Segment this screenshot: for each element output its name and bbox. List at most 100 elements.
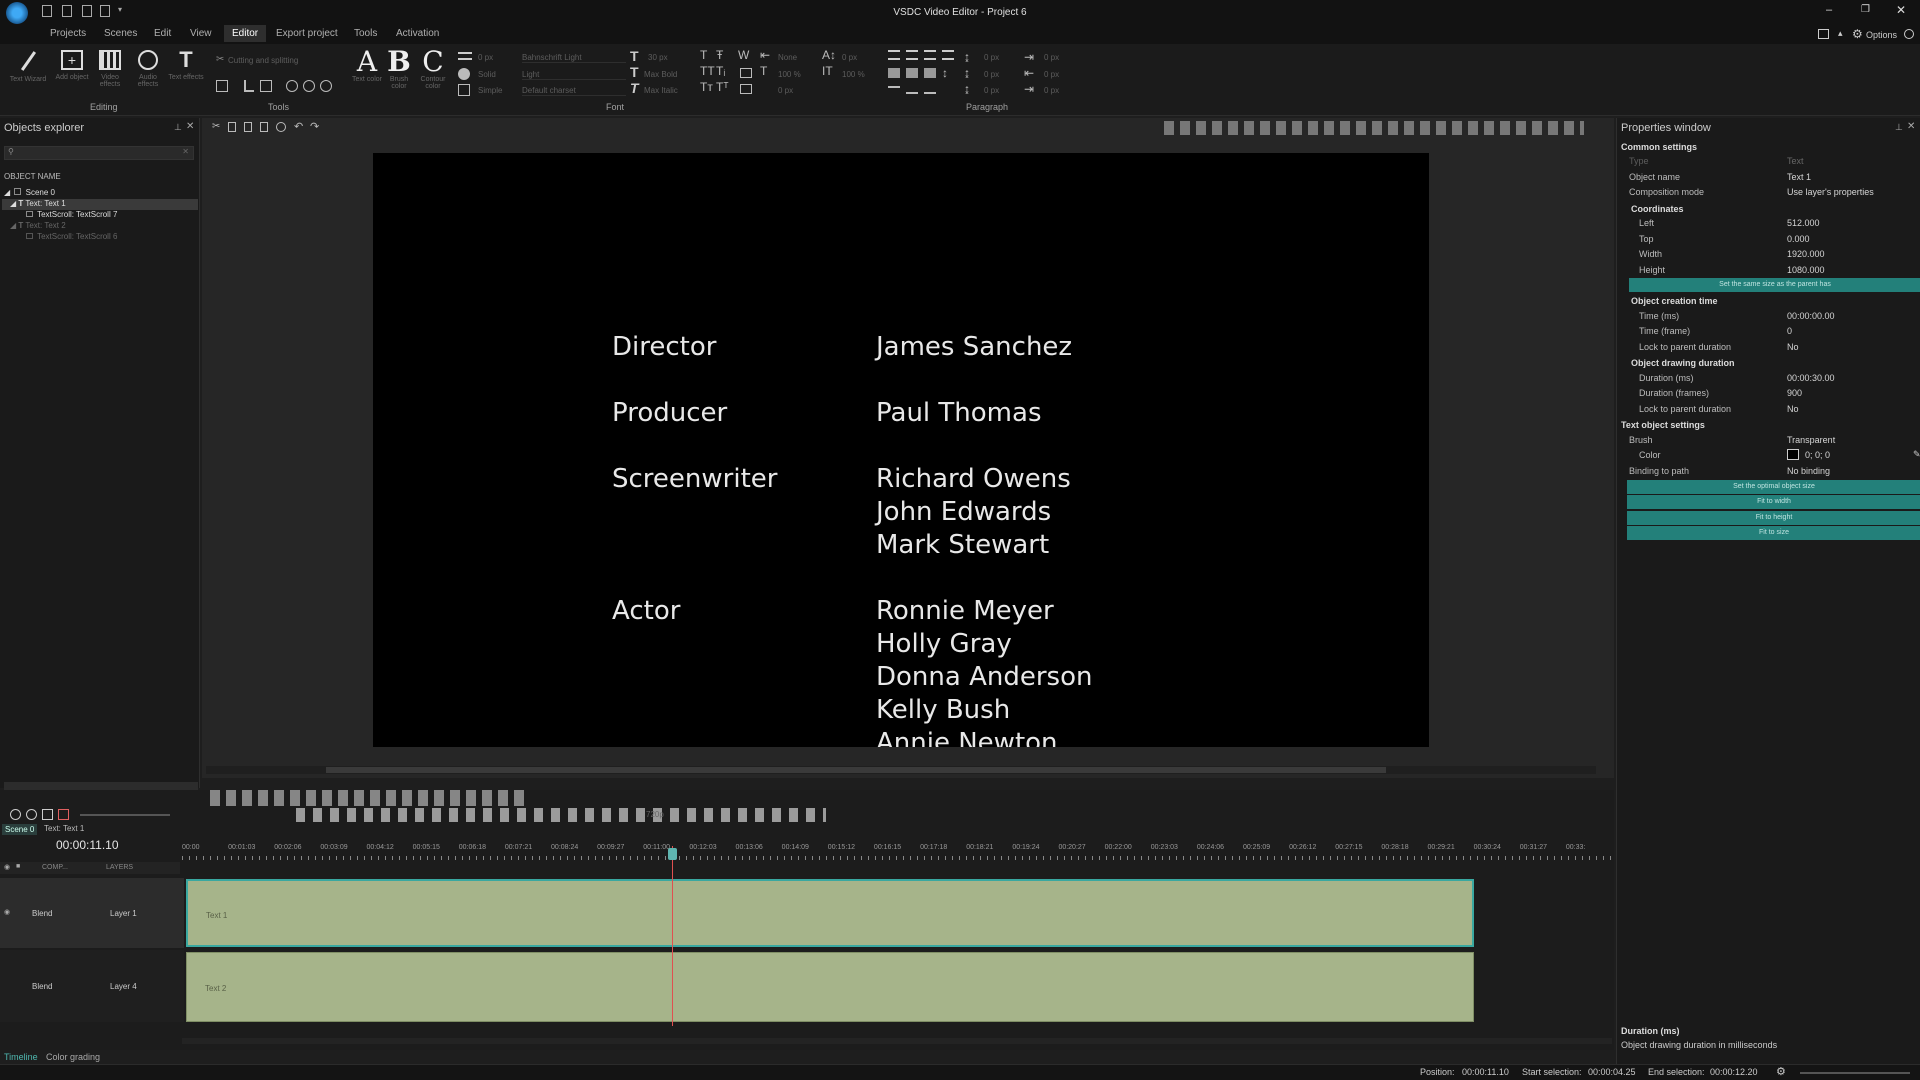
tree-item-text-1[interactable]: ◢ T Text: Text 1 — [2, 199, 198, 210]
app-logo-icon[interactable] — [6, 2, 28, 24]
video-effects-button[interactable]: Video effects — [90, 50, 130, 96]
layout-icon[interactable] — [1818, 29, 1829, 39]
visibility-icon[interactable]: ◉ — [4, 863, 10, 871]
align-center-icon[interactable] — [906, 50, 918, 60]
section-object-creation-time[interactable]: Object creation time — [1631, 296, 1718, 306]
help-icon[interactable] — [1904, 29, 1914, 39]
rotate-right-icon[interactable] — [303, 80, 315, 92]
resize-icon[interactable] — [260, 80, 272, 92]
align-box-icon[interactable] — [740, 68, 752, 78]
quick-open-icon[interactable] — [62, 5, 72, 17]
cutting-splitting-icon[interactable]: ✂ — [216, 54, 224, 65]
close-button[interactable]: ✕ — [1896, 3, 1906, 17]
panel-close-icon[interactable]: ✕ — [1907, 121, 1915, 132]
prop-width[interactable]: Width 1920.000 — [1639, 247, 1920, 262]
prop-brush[interactable]: Brush Transparent — [1629, 433, 1919, 448]
indent-right-icon[interactable]: ⇤ — [1024, 66, 1034, 80]
gear-icon[interactable]: ⚙ — [1852, 27, 1863, 41]
text-color-button[interactable]: A Text color — [352, 48, 382, 84]
rotate-left-icon[interactable] — [286, 80, 298, 92]
prop-lock-parent-duration[interactable]: Lock to parent duration No — [1639, 340, 1920, 355]
letter-spacing-value[interactable]: 0 px — [778, 86, 793, 95]
prop-height[interactable]: Height 1080.000 — [1639, 263, 1920, 278]
text-wizard-button[interactable]: Text Wizard — [8, 50, 48, 96]
valign-bottom-icon[interactable] — [924, 68, 936, 78]
blend-mode-select[interactable]: Blend — [32, 909, 52, 918]
prop-duration-frames[interactable]: Duration (frames) 900 — [1639, 386, 1920, 401]
wrap-icon[interactable]: W — [738, 48, 749, 62]
prop-time-ms[interactable]: Time (ms) 00:00:00.00 — [1639, 309, 1920, 324]
prop-value[interactable]: 1080.000 — [1787, 265, 1825, 275]
settings-icon[interactable]: ⚙ — [1776, 1065, 1786, 1078]
paste-icon[interactable] — [244, 122, 252, 132]
para-before-icon[interactable]: ↨ — [964, 66, 970, 80]
bottom-tab-color-grading[interactable]: Color grading — [46, 1052, 100, 1062]
menu-export-project[interactable]: Export project — [276, 28, 338, 39]
list-numbered-icon[interactable] — [906, 86, 918, 94]
optimal-size-button[interactable]: Set the optimal object size — [1627, 480, 1920, 494]
char-width-value[interactable]: 0 px — [842, 53, 857, 62]
list-icon[interactable] — [888, 86, 900, 94]
autosize-icon[interactable]: ↕ — [942, 66, 948, 80]
bottom-tab-timeline[interactable]: Timeline — [4, 1052, 38, 1062]
blend-mode-select[interactable]: Blend — [32, 982, 52, 991]
kerning-icon[interactable]: ⇤ — [760, 48, 770, 62]
char-scale-icon[interactable]: IT — [822, 64, 833, 78]
timeline-zoom-slider[interactable] — [80, 814, 170, 816]
overline-icon[interactable]: Ŧ — [716, 48, 723, 62]
menu-view[interactable]: View — [190, 28, 212, 39]
font-size-value[interactable]: 30 px — [648, 53, 668, 62]
visibility-icon[interactable]: ◉ — [4, 908, 10, 916]
char-width-icon[interactable]: A↕ — [822, 48, 836, 62]
prop-left[interactable]: Left 512.000 — [1639, 216, 1920, 231]
brush-style-value[interactable]: Solid — [478, 70, 496, 79]
timeline-clip[interactable]: Text 2 — [186, 952, 1474, 1022]
zoom-in-icon[interactable] — [10, 809, 21, 820]
expand-icon[interactable]: ◢ — [10, 199, 16, 208]
fit-timeline-icon[interactable] — [42, 809, 53, 820]
indent-icon[interactable] — [924, 86, 936, 94]
menu-tools[interactable]: Tools — [354, 28, 377, 39]
cut-icon[interactable]: ✂ — [212, 121, 220, 132]
undo-icon[interactable]: ↶ — [294, 120, 303, 133]
max-italic-select[interactable]: Max Italic — [644, 86, 678, 95]
prop-top[interactable]: Top 0.000 — [1639, 232, 1920, 247]
zoom-slider[interactable] — [1800, 1072, 1910, 1074]
color-swatch[interactable] — [1787, 449, 1799, 460]
quick-export-icon[interactable] — [100, 5, 110, 17]
zoom-out-icon[interactable] — [26, 809, 37, 820]
prop-value[interactable]: 900 — [1787, 388, 1802, 398]
valign-middle-icon[interactable] — [906, 68, 918, 78]
video-preview[interactable]: Director James Sanchez Producer Paul Tho… — [373, 153, 1429, 747]
para-after-icon[interactable]: ↨ — [964, 82, 970, 96]
layer-row[interactable]: Blend Layer 4 — [0, 950, 184, 1022]
canvas-h-scrollbar[interactable] — [206, 766, 1596, 774]
align-left-icon[interactable] — [888, 50, 900, 60]
section-coordinates[interactable]: Coordinates — [1631, 204, 1684, 214]
tab-scene-0[interactable]: Scene 0 — [2, 824, 38, 835]
options-button[interactable]: Options — [1866, 30, 1897, 40]
strikethrough-icon[interactable]: T — [700, 48, 707, 62]
expand-icon[interactable]: ◢ — [4, 188, 10, 197]
tree-item-textscroll-7[interactable]: TextScroll: TextScroll 7 — [24, 210, 200, 221]
charset-select[interactable]: Default charset — [522, 86, 626, 96]
playhead-handle[interactable] — [668, 848, 677, 860]
brush-style-icon[interactable] — [458, 68, 470, 80]
time-ruler[interactable]: 00:00 00:01:03 00:02:06 00:03:09 00:04:12 00:… — [182, 844, 1612, 860]
prop-duration-ms[interactable]: Duration (ms) 00:00:30.00 — [1639, 371, 1920, 386]
prop-value[interactable]: 00:00:30.00 — [1787, 373, 1835, 383]
tree-item-textscroll-6[interactable]: TextScroll: TextScroll 6 — [24, 232, 200, 243]
search-clear-icon[interactable]: ✕ — [182, 147, 189, 156]
playhead[interactable] — [672, 846, 673, 1026]
timeline-clip[interactable]: Text 1 — [186, 879, 1474, 947]
tree-item-scene[interactable]: ◢ Scene 0 — [4, 188, 200, 199]
collapse-ribbon-icon[interactable]: ▴ — [1838, 28, 1843, 39]
letter-spacing-icon[interactable] — [740, 84, 752, 94]
fit-to-size-button[interactable]: Fit to size — [1627, 526, 1920, 540]
add-object-button[interactable]: + Add object — [52, 50, 92, 96]
prop-object-name[interactable]: Object name Text 1 — [1629, 170, 1919, 185]
subscript-icon[interactable]: Tᵢ — [716, 64, 725, 78]
first-line-icon[interactable]: ⇥ — [1024, 82, 1034, 96]
quick-dropdown-icon[interactable]: ▾ — [118, 5, 122, 14]
contour-color-button[interactable]: C Contour color — [418, 48, 448, 91]
